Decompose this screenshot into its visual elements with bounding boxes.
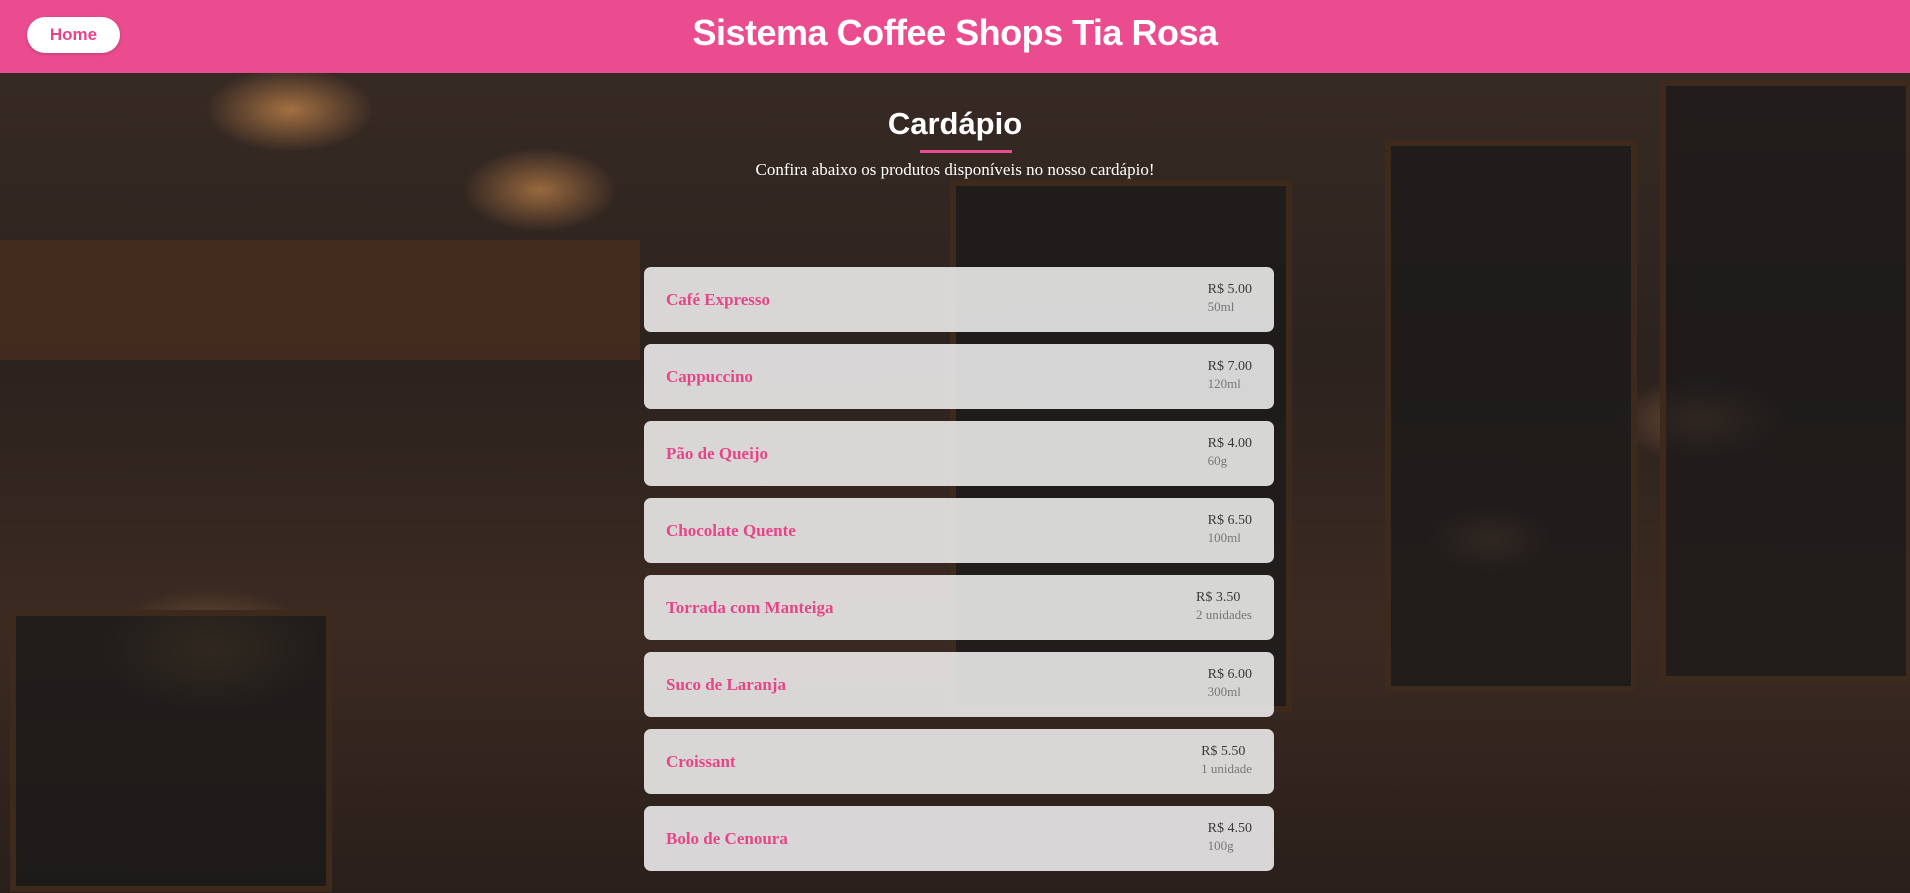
menu-item-size: 2 unidades (1196, 607, 1252, 622)
menu-item-details: R$ 4.00 60g (1208, 435, 1252, 469)
menu-item-size: 1 unidade (1201, 761, 1252, 776)
menu-item-name: Pão de Queijo (666, 444, 768, 463)
menu-item-name: Café Expresso (666, 290, 771, 309)
menu-item-name: Croissant (666, 752, 736, 771)
menu-item-size: 300ml (1207, 684, 1241, 699)
menu-item-size: 100g (1207, 838, 1234, 853)
menu-item[interactable]: Café Expresso R$ 5.00 50ml (644, 267, 1274, 332)
menu-item-price: R$ 5.50 (1201, 744, 1246, 759)
menu-item-price: R$ 7.00 (1207, 359, 1252, 374)
menu-item-details: R$ 5.50 1 unidade (1201, 743, 1252, 777)
menu-item[interactable]: Torrada com Manteiga R$ 3.50 2 unidades (644, 575, 1274, 640)
background-shelf (0, 240, 640, 360)
menu-item-price: R$ 6.00 (1207, 667, 1252, 682)
page-title: Cardápio (887, 106, 1023, 141)
menu-item-details: R$ 4.50 100g (1208, 820, 1252, 854)
menu-item[interactable]: Suco de Laranja R$ 6.00 300ml (644, 652, 1274, 717)
menu-item-price: R$ 4.00 (1207, 436, 1252, 451)
menu-list: Café Expresso R$ 5.00 50ml Cappuccino R$… (644, 267, 1274, 883)
menu-item-name: Bolo de Cenoura (666, 829, 788, 848)
site-title: Sistema Coffee Shops Tia Rosa (692, 12, 1219, 53)
menu-item[interactable]: Croissant R$ 5.50 1 unidade (644, 729, 1274, 794)
menu-item-name: Cappuccino (666, 367, 753, 386)
menu-item-details: R$ 6.00 300ml (1208, 666, 1252, 700)
menu-item-details: R$ 7.00 120ml (1208, 358, 1252, 392)
menu-item-price: R$ 3.50 (1196, 590, 1241, 605)
menu-item[interactable]: Pão de Queijo R$ 4.00 60g (644, 421, 1274, 486)
menu-item-price: R$ 5.00 (1207, 282, 1252, 297)
title-underline (920, 150, 1012, 153)
menu-item-size: 60g (1207, 453, 1228, 468)
top-navigation-bar: Home Sistema Coffee Shops Tia Rosa (0, 0, 1910, 73)
menu-item-name: Chocolate Quente (666, 521, 796, 540)
menu-item-price: R$ 4.50 (1207, 821, 1252, 836)
menu-item-name: Suco de Laranja (666, 675, 786, 694)
menu-item-size: 50ml (1207, 299, 1235, 314)
background-chalkboard-left (10, 610, 332, 892)
menu-item-details: R$ 6.50 100ml (1208, 512, 1252, 546)
menu-item[interactable]: Chocolate Quente R$ 6.50 100ml (644, 498, 1274, 563)
menu-item-price: R$ 6.50 (1207, 513, 1252, 528)
menu-item-size: 120ml (1207, 376, 1241, 391)
menu-item-size: 100ml (1207, 530, 1241, 545)
page-subtitle: Confira abaixo os produtos disponíveis n… (755, 160, 1155, 179)
menu-item[interactable]: Bolo de Cenoura R$ 4.50 100g (644, 806, 1274, 871)
menu-item-name: Torrada com Manteiga (666, 598, 834, 617)
menu-item-details: R$ 5.00 50ml (1208, 281, 1252, 315)
menu-item-details: R$ 3.50 2 unidades (1196, 589, 1252, 623)
background-chalkboard-right-1 (1385, 140, 1637, 692)
menu-item[interactable]: Cappuccino R$ 7.00 120ml (644, 344, 1274, 409)
